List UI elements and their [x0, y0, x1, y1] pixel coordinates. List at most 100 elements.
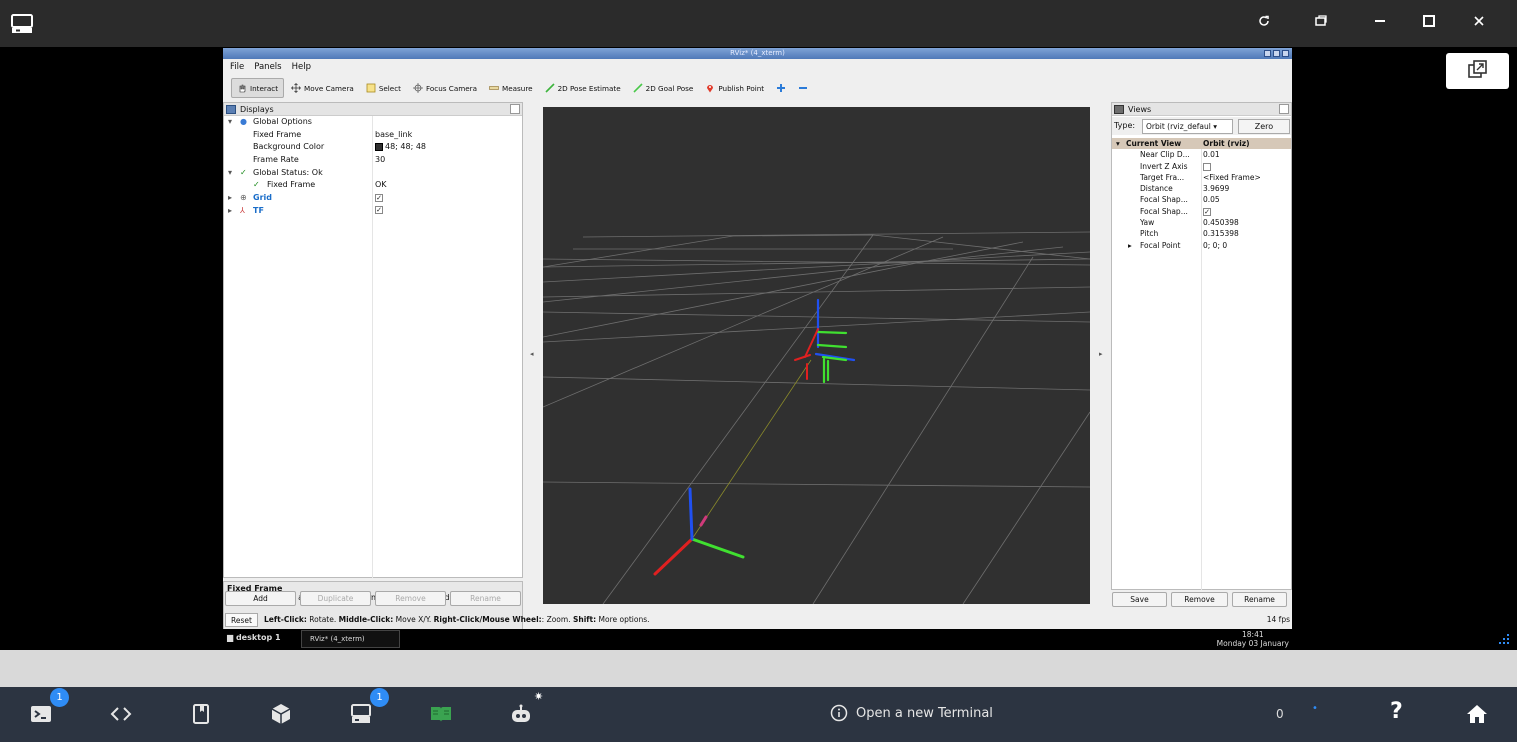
displays-panel: Displays ▾ ● Global Options Fixed Frame … [223, 102, 523, 578]
terminal-badge: 1 [50, 688, 69, 707]
home-icon[interactable] [1466, 703, 1488, 725]
tree-row-frame-rate[interactable]: Frame Rate 30 [224, 154, 522, 167]
menu-help[interactable]: Help [292, 60, 311, 74]
tree-row-background-color[interactable]: Background Color 48; 48; 48 [224, 141, 522, 154]
status-dot-icon: • [1312, 703, 1318, 714]
collapse-right-arrow-icon[interactable]: ▸ [1099, 350, 1103, 358]
rename-view-button[interactable]: Rename [1232, 592, 1287, 607]
expand-arrow-icon[interactable]: ▾ [1116, 138, 1120, 149]
expand-arrow-icon[interactable]: ▾ [228, 167, 232, 180]
near-clip-row[interactable]: Near Clip D... 0.01 [1112, 149, 1291, 160]
save-view-button[interactable]: Save [1112, 592, 1167, 607]
collapse-arrow-icon[interactable]: ▸ [228, 192, 232, 205]
open-terminal-hint[interactable]: Open a new Terminal [830, 704, 993, 722]
plus-icon [777, 84, 786, 92]
tree-row-status-fixed-frame[interactable]: ✓ Fixed Frame OK [224, 179, 522, 192]
pitch-row[interactable]: Pitch 0.315398 [1112, 228, 1291, 239]
grid-enabled-checkbox[interactable]: ✓ [375, 193, 383, 202]
notebook-icon[interactable] [190, 703, 212, 725]
terminal-icon[interactable] [30, 703, 52, 725]
tree-row-global-status[interactable]: ▾ ✓ Global Status: Ok [224, 167, 522, 180]
popout-icon [1468, 60, 1487, 78]
tool-focus-camera[interactable]: Focus Camera [408, 78, 482, 98]
book-icon[interactable] [430, 703, 452, 725]
remove-view-button[interactable]: Remove [1171, 592, 1228, 607]
views-header: Views [1112, 103, 1291, 116]
focal-shape-checkbox[interactable]: ✓ [1203, 207, 1211, 216]
collapse-left-arrow-icon[interactable]: ◂ [530, 350, 534, 358]
code-icon[interactable] [110, 703, 132, 725]
tf-enabled-checkbox[interactable]: ✓ [375, 206, 383, 215]
views-float-toggle[interactable] [1279, 104, 1289, 114]
displays-monitor-icon [226, 105, 236, 114]
taskbar-app-rviz[interactable]: RViz* (4_xterm) [301, 630, 400, 648]
collapse-arrow-icon[interactable]: ▸ [228, 205, 232, 218]
menu-panels[interactable]: Panels [254, 60, 281, 74]
tree-row-global-options[interactable]: ▾ ● Global Options [224, 116, 522, 129]
rviz-maximize-icon[interactable] [1273, 50, 1280, 57]
tool-move-camera[interactable]: Move Camera [286, 78, 359, 98]
add-tool-button[interactable] [771, 78, 791, 98]
tree-row-grid[interactable]: ▸ ⊕ Grid ✓ [224, 192, 522, 205]
menu-file[interactable]: File [230, 60, 244, 74]
remote-desktop-icon[interactable] [10, 12, 34, 36]
target-frame-row[interactable]: Target Fra... <Fixed Frame> [1112, 172, 1291, 183]
focal-shape-fixed-row[interactable]: Focal Shap... ✓ [1112, 206, 1291, 217]
remote-desktop-icon[interactable] [350, 703, 372, 725]
select-box-icon [366, 83, 376, 93]
displays-float-toggle[interactable] [510, 104, 520, 114]
remove-tool-button[interactable] [793, 78, 813, 98]
status-hint: Left-Click: Rotate. Middle-Click: Move X… [264, 615, 650, 624]
focal-point-row[interactable]: ▸ Focal Point 0; 0; 0 [1112, 240, 1291, 251]
view-type-select[interactable]: Orbit (rviz_defaul ▾ [1142, 119, 1233, 134]
tool-2d-goal-pose[interactable]: 2D Goal Pose [628, 78, 699, 98]
expand-arrow-icon[interactable]: ▾ [228, 116, 232, 129]
desktop-label[interactable]: ▆ desktop 1 [227, 633, 281, 642]
rviz-titlebar[interactable]: RViz* (4_xterm) [223, 48, 1292, 59]
minimize-icon[interactable] [1360, 10, 1400, 36]
reset-button[interactable]: Reset [225, 613, 258, 627]
rviz-close-icon[interactable] [1282, 50, 1289, 57]
view-type-row: Type: Orbit (rviz_defaul ▾ Zero [1112, 117, 1291, 135]
focus-target-icon [413, 83, 423, 93]
robot-icon[interactable] [510, 703, 532, 725]
tree-row-fixed-frame[interactable]: Fixed Frame base_link [224, 129, 522, 142]
tool-measure[interactable]: Measure [484, 78, 538, 98]
invert-z-row[interactable]: Invert Z Axis [1112, 161, 1291, 172]
tool-select[interactable]: Select [361, 78, 406, 98]
focal-shape-size-row[interactable]: Focal Shap... 0.05 [1112, 194, 1291, 205]
refresh-icon[interactable] [1244, 10, 1284, 36]
hand-pointer-icon [239, 84, 246, 93]
tool-interact[interactable]: Interact [231, 78, 285, 98]
add-button[interactable]: Add [225, 591, 296, 606]
yaw-row[interactable]: Yaw 0.450398 [1112, 217, 1291, 228]
restore-icon[interactable] [1301, 10, 1341, 36]
menu-bar: File Panels Help [223, 60, 311, 74]
tree-row-tf[interactable]: ▸ ⅄ TF ✓ [224, 205, 522, 218]
close-icon[interactable] [1459, 10, 1499, 36]
remove-button[interactable]: Remove [375, 591, 446, 606]
package-cube-icon[interactable] [270, 703, 292, 725]
tf-link-line [691, 359, 812, 540]
collapse-arrow-icon[interactable]: ▸ [1128, 240, 1132, 251]
map-pin-icon [707, 85, 714, 93]
popout-button[interactable] [1446, 53, 1509, 89]
maximize-icon[interactable] [1409, 10, 1449, 36]
zero-button[interactable]: Zero [1238, 119, 1290, 134]
ruler-icon [489, 86, 499, 90]
tool-publish-point[interactable]: Publish Point [700, 78, 769, 98]
resize-grip-icon[interactable] [1495, 632, 1511, 648]
color-swatch[interactable] [375, 142, 383, 151]
views-panel: Views Type: Orbit (rviz_defaul ▾ Zero ▾ … [1111, 102, 1292, 590]
duplicate-button[interactable]: Duplicate [300, 591, 371, 606]
distance-row[interactable]: Distance 3.9699 [1112, 183, 1291, 194]
views-tree: ▾ Current View Orbit (rviz) Near Clip D.… [1112, 138, 1291, 251]
tool-2d-pose-estimate[interactable]: 2D Pose Estimate [540, 78, 626, 98]
current-view-row[interactable]: ▾ Current View Orbit (rviz) [1112, 138, 1291, 150]
rename-button[interactable]: Rename [450, 591, 521, 606]
rviz-minimize-icon[interactable] [1264, 50, 1271, 57]
3d-viewport[interactable] [543, 107, 1090, 604]
green-goal-arrow-icon [633, 83, 643, 93]
invert-z-checkbox[interactable] [1203, 162, 1211, 171]
help-button[interactable]: ? [1390, 699, 1403, 724]
